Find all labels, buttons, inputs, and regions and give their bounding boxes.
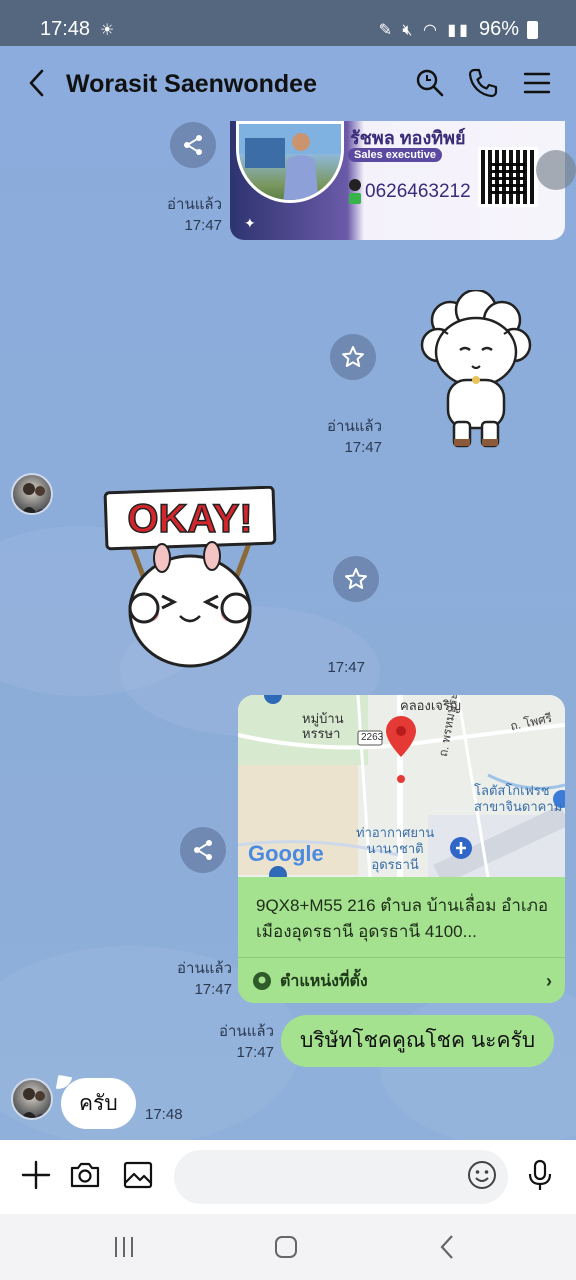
profile-photo bbox=[236, 121, 344, 203]
favorite-button[interactable] bbox=[330, 334, 376, 380]
card-phone: 0626463212 bbox=[365, 181, 471, 202]
location-link[interactable]: ตำแหน่งที่ตั้ง › bbox=[252, 967, 552, 995]
share-button[interactable] bbox=[180, 827, 226, 873]
share-icon bbox=[194, 840, 212, 860]
sun-icon: ☀ bbox=[100, 22, 115, 39]
contact-avatar[interactable] bbox=[11, 473, 53, 515]
map-label: 2263 bbox=[361, 732, 384, 743]
message-meta: อ่านแล้ว 17:47 bbox=[310, 416, 382, 458]
battery-percent: 96% bbox=[478, 18, 519, 40]
incoming-message-bubble[interactable]: ครับ bbox=[61, 1078, 136, 1129]
battery-icon bbox=[527, 20, 538, 39]
qr-code bbox=[478, 147, 538, 207]
home-button[interactable] bbox=[266, 1230, 306, 1264]
image-icon[interactable] bbox=[121, 1158, 155, 1192]
okay-sticker[interactable]: OKAY! bbox=[100, 486, 280, 676]
back-nav-button[interactable] bbox=[428, 1230, 468, 1264]
status-icons: ✎ 🔇︎ ◠ ▮▮ 96% bbox=[379, 18, 538, 41]
contact-icons bbox=[349, 179, 361, 204]
sparkle-icon: ✦ bbox=[244, 215, 256, 231]
google-logo: Google bbox=[248, 841, 324, 866]
message-time: 17:47 bbox=[194, 981, 232, 998]
message-time: 17:48 bbox=[145, 1106, 183, 1123]
scroll-handle[interactable] bbox=[536, 150, 576, 190]
location-card[interactable]: หมู่บ้าน หรรษา 2263 คลองเจริญ ถ. โพศรี ถ… bbox=[238, 695, 565, 1003]
contact-avatar[interactable] bbox=[11, 1078, 53, 1120]
back-icon[interactable] bbox=[24, 66, 50, 100]
message-time: 17:47 bbox=[344, 439, 382, 456]
plus-icon[interactable] bbox=[19, 1158, 53, 1192]
message-time: 17:47 bbox=[184, 217, 222, 234]
star-icon bbox=[345, 568, 367, 589]
sheep-sticker[interactable] bbox=[420, 290, 532, 450]
location-link-label: ตำแหน่งที่ตั้ง bbox=[280, 972, 368, 990]
divider bbox=[238, 957, 565, 958]
business-card-image[interactable]: รัชพล ทองทิพย์ Sales executive 062646321… bbox=[230, 121, 565, 240]
star-icon bbox=[342, 346, 364, 367]
camera-icon[interactable] bbox=[68, 1158, 102, 1192]
location-address: 9QX8+M55 216 ตำบล บ้านเลื่อม อำเภอเมืองอ… bbox=[256, 896, 549, 941]
share-icon bbox=[184, 135, 202, 155]
read-receipt: อ่านแล้ว bbox=[177, 960, 232, 977]
chat-title[interactable]: Worasit Saenwondee bbox=[66, 70, 317, 99]
recents-icon bbox=[115, 1237, 133, 1257]
share-button[interactable] bbox=[170, 122, 216, 168]
map-label: หมู่บ้าน หรรษา bbox=[302, 711, 344, 741]
outgoing-message-bubble[interactable]: บริษัทโชคคูณโชค นะครับ bbox=[281, 1015, 555, 1067]
status-bar: 17:48 ☀ ✎ 🔇︎ ◠ ▮▮ 96% bbox=[0, 0, 576, 46]
message-time: 17:47 bbox=[327, 659, 365, 676]
microphone-icon[interactable] bbox=[523, 1158, 557, 1192]
signal-icons: ✎ 🔇︎ ◠ ▮▮ bbox=[378, 21, 471, 39]
message-meta: อ่านแล้ว 17:47 bbox=[150, 194, 222, 236]
phone-icon[interactable] bbox=[466, 66, 500, 100]
read-receipt: อ่านแล้ว bbox=[167, 196, 222, 213]
menu-icon[interactable] bbox=[520, 66, 554, 100]
location-pin-icon bbox=[253, 972, 271, 990]
read-receipt: อ่านแล้ว bbox=[327, 418, 382, 435]
map-preview[interactable]: หมู่บ้าน หรรษา 2263 คลองเจริญ ถ. โพศรี ถ… bbox=[238, 695, 565, 877]
message-meta: อ่านแล้ว 17:47 bbox=[160, 958, 232, 1000]
recents-button[interactable] bbox=[104, 1230, 144, 1264]
message-time: 17:47 bbox=[236, 1044, 274, 1061]
message-meta: อ่านแล้ว 17:47 bbox=[200, 1021, 274, 1063]
back-nav-icon bbox=[440, 1235, 453, 1259]
read-receipt: อ่านแล้ว bbox=[219, 1023, 274, 1040]
message-input[interactable] bbox=[174, 1150, 508, 1204]
favorite-button[interactable] bbox=[333, 556, 379, 602]
home-icon bbox=[275, 1236, 297, 1258]
chevron-right-icon: › bbox=[546, 971, 552, 991]
card-role: Sales executive bbox=[348, 148, 442, 162]
emoji-icon[interactable] bbox=[465, 1158, 499, 1192]
okay-text: OKAY! bbox=[127, 497, 252, 541]
search-icon[interactable] bbox=[413, 66, 447, 100]
map-label: ท่าอากาศยาน นานาชาติ อุดรธานี bbox=[356, 825, 435, 872]
map-label: โลตัสโกเฟรช สาขาจินดาคาม bbox=[474, 783, 563, 814]
status-time: 17:48 bbox=[40, 18, 91, 40]
